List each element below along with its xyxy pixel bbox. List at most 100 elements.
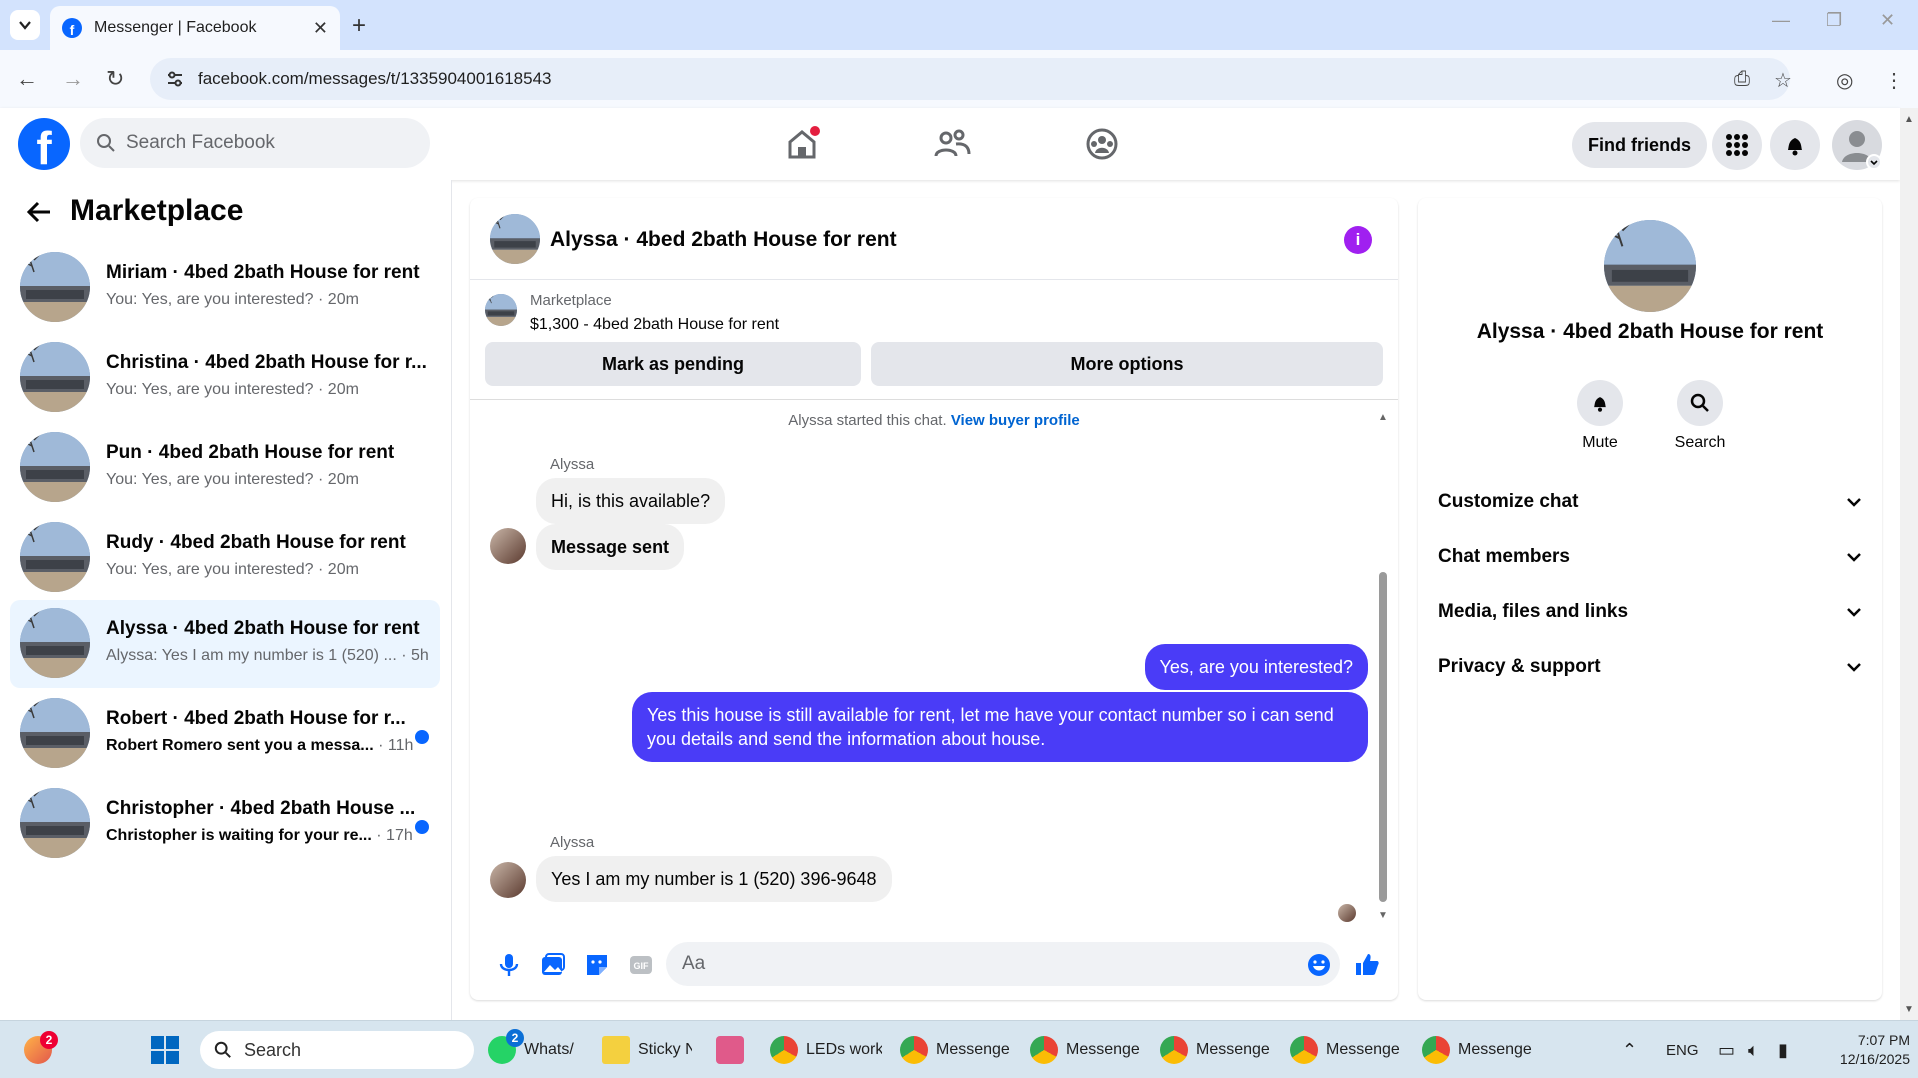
close-tab-icon[interactable]: ✕ <box>313 18 328 39</box>
facebook-logo[interactable]: f <box>18 118 70 170</box>
view-buyer-profile-link[interactable]: View buyer profile <box>951 412 1080 429</box>
conversation-list-pane: Marketplace Miriam · 4bed 2bath House fo… <box>0 180 452 1020</box>
conversation-item[interactable]: Christina · 4bed 2bath House for r... Yo… <box>10 334 440 422</box>
taskbar-app-snipping-tool[interactable] <box>716 1031 756 1069</box>
chrome-icon <box>770 1036 798 1064</box>
conversation-snippet: Christopher is waiting for your re... · … <box>106 827 413 844</box>
start-button[interactable] <box>150 1031 180 1069</box>
microphone-icon[interactable] <box>496 952 522 978</box>
volume-icon[interactable]: 🔈︎ <box>1748 1031 1759 1069</box>
groups-icon[interactable] <box>1082 124 1122 164</box>
site-info-icon[interactable] <box>166 70 184 88</box>
app-label: Sticky N <box>638 1041 692 1058</box>
address-bar[interactable]: facebook.com/messages/t/1335904001618543 <box>150 58 1790 100</box>
chat-scrollbar[interactable]: ▲ ▼ <box>1378 412 1388 924</box>
back-arrow-icon[interactable] <box>26 200 52 224</box>
listing-title[interactable]: $1,300 - 4bed 2bath House for rent <box>530 316 779 334</box>
install-app-icon[interactable]: ⎙ <box>1734 68 1750 91</box>
battery-icon[interactable]: ▮ <box>1778 1031 1788 1069</box>
menu-button[interactable] <box>1712 120 1762 170</box>
taskbar-app-chrome[interactable]: Messenge <box>1422 1031 1532 1069</box>
message-composer: GIF Aa <box>470 934 1398 1000</box>
conversation-item[interactable]: Christopher · 4bed 2bath House ... Chris… <box>10 780 440 868</box>
home-icon[interactable] <box>782 124 822 164</box>
message-sender: Alyssa <box>550 834 595 851</box>
chat-title[interactable]: Alyssa · 4bed 2bath House for rent <box>550 228 897 252</box>
chevron-down-icon <box>19 21 31 30</box>
contact-avatar[interactable] <box>1604 220 1696 312</box>
reload-button[interactable]: ↻ <box>106 66 124 92</box>
outgoing-message[interactable]: Yes this house is still available for re… <box>632 692 1368 762</box>
new-tab-button[interactable]: + <box>352 12 366 40</box>
taskbar-app-chrome[interactable]: LEDs work <box>770 1031 882 1069</box>
browser-tab-strip: f Messenger | Facebook ✕ + — ❐ ✕ <box>0 0 1918 50</box>
find-friends-button[interactable]: Find friends <box>1572 122 1707 168</box>
conversation-item[interactable]: Miriam · 4bed 2bath House for rent You: … <box>10 244 440 332</box>
clock-time: 7:07 PM <box>1857 1032 1910 1048</box>
forward-button[interactable]: → <box>62 66 84 92</box>
taskbar-app-chrome[interactable]: Messenge <box>900 1031 1010 1069</box>
svg-text:GIF: GIF <box>634 961 650 971</box>
sticker-icon[interactable] <box>584 952 610 978</box>
mute-button[interactable]: Mute <box>1555 380 1645 452</box>
bookmark-star-icon[interactable]: ☆ <box>1774 68 1792 93</box>
conversation-item[interactable]: Pun · 4bed 2bath House for rent You: Yes… <box>10 424 440 512</box>
taskbar-app-chrome[interactable]: Messenge <box>1030 1031 1140 1069</box>
chat-members-section[interactable]: Chat members <box>1438 537 1862 577</box>
minimize-button[interactable]: — <box>1772 10 1790 31</box>
message-input[interactable]: Aa <box>666 942 1340 986</box>
taskbar-app-whatsapp[interactable]: Whats/ <box>488 1031 578 1069</box>
conversation-title: Robert · 4bed 2bath House for r... <box>106 708 406 729</box>
menu-kebab-icon[interactable]: ⋮ <box>1884 68 1904 93</box>
taskbar-search[interactable]: Search <box>200 1031 474 1069</box>
incoming-message[interactable]: Hi, is this available? <box>536 478 726 524</box>
sender-avatar[interactable] <box>490 528 526 564</box>
search-in-chat-button[interactable]: Search <box>1655 380 1745 452</box>
thumbs-up-icon[interactable] <box>1354 952 1380 978</box>
incoming-message[interactable]: Message sent <box>536 524 685 570</box>
conversation-title: Christina · 4bed 2bath House for r... <box>106 352 426 373</box>
conversation-item[interactable]: Rudy · 4bed 2bath House for rent You: Ye… <box>10 514 440 602</box>
gif-icon[interactable]: GIF <box>628 952 654 978</box>
customize-chat-section[interactable]: Customize chat <box>1438 482 1862 522</box>
conversation-title: Christopher · 4bed 2bath House ... <box>106 798 416 819</box>
back-button[interactable]: ← <box>16 66 38 92</box>
tab-title: Messenger | Facebook <box>94 19 257 36</box>
restore-button[interactable]: ❐ <box>1826 10 1842 31</box>
profile-icon[interactable]: ◎ <box>1836 68 1853 93</box>
taskbar-app-chrome[interactable]: Messenge <box>1160 1031 1270 1069</box>
browser-tab-messenger[interactable]: f Messenger | Facebook ✕ <box>50 6 340 50</box>
media-files-links-section[interactable]: Media, files and links <box>1438 592 1862 632</box>
app-label: Whats/ <box>524 1041 574 1058</box>
show-hidden-icons-chevron-icon[interactable]: ⌃ <box>1622 1031 1637 1069</box>
taskbar-app-chrome[interactable]: Messenge <box>1290 1031 1400 1069</box>
notification-badge: 2 <box>506 1029 524 1047</box>
sender-avatar[interactable] <box>490 862 526 898</box>
account-avatar[interactable] <box>1832 120 1882 170</box>
mark-as-pending-button[interactable]: Mark as pending <box>485 342 861 386</box>
incoming-message[interactable]: Yes I am my number is 1 (520) 396-9648 <box>536 856 892 902</box>
emoji-icon[interactable] <box>1306 952 1332 978</box>
more-options-button[interactable]: More options <box>871 342 1383 386</box>
privacy-support-section[interactable]: Privacy & support <box>1438 647 1862 687</box>
windows-logo-icon <box>151 1036 179 1064</box>
close-window-button[interactable]: ✕ <box>1880 10 1895 31</box>
tab-search-button[interactable] <box>10 10 40 40</box>
outgoing-message[interactable]: Yes, are you interested? <box>1144 644 1368 690</box>
browser-toolbar: ← → ↻ facebook.com/messages/t/1335904001… <box>0 50 1918 108</box>
taskbar-clock[interactable]: 7:07 PM 12/16/2025 <box>1810 1031 1910 1069</box>
facebook-search-input[interactable]: Search Facebook <box>80 118 430 168</box>
windows-taskbar: 2 Search Whats/ 2 Sticky N LEDs work Mes… <box>0 1020 1918 1078</box>
notifications-button[interactable] <box>1770 120 1820 170</box>
conversation-item-active[interactable]: Alyssa · 4bed 2bath House for rent Alyss… <box>10 600 440 688</box>
taskbar-app-sticky-notes[interactable]: Sticky N <box>602 1031 692 1069</box>
language-indicator[interactable]: ENG <box>1666 1031 1699 1069</box>
network-icon[interactable]: ▭ <box>1718 1031 1735 1069</box>
friends-icon[interactable] <box>932 124 972 164</box>
page-scrollbar[interactable]: ▲ ▼ <box>1900 108 1918 1020</box>
info-icon[interactable]: i <box>1344 226 1372 254</box>
photo-icon[interactable] <box>540 952 566 978</box>
chat-avatar[interactable] <box>490 214 540 264</box>
listing-thumbnail[interactable] <box>485 294 517 326</box>
conversation-item[interactable]: Robert · 4bed 2bath House for r... Rober… <box>10 690 440 778</box>
